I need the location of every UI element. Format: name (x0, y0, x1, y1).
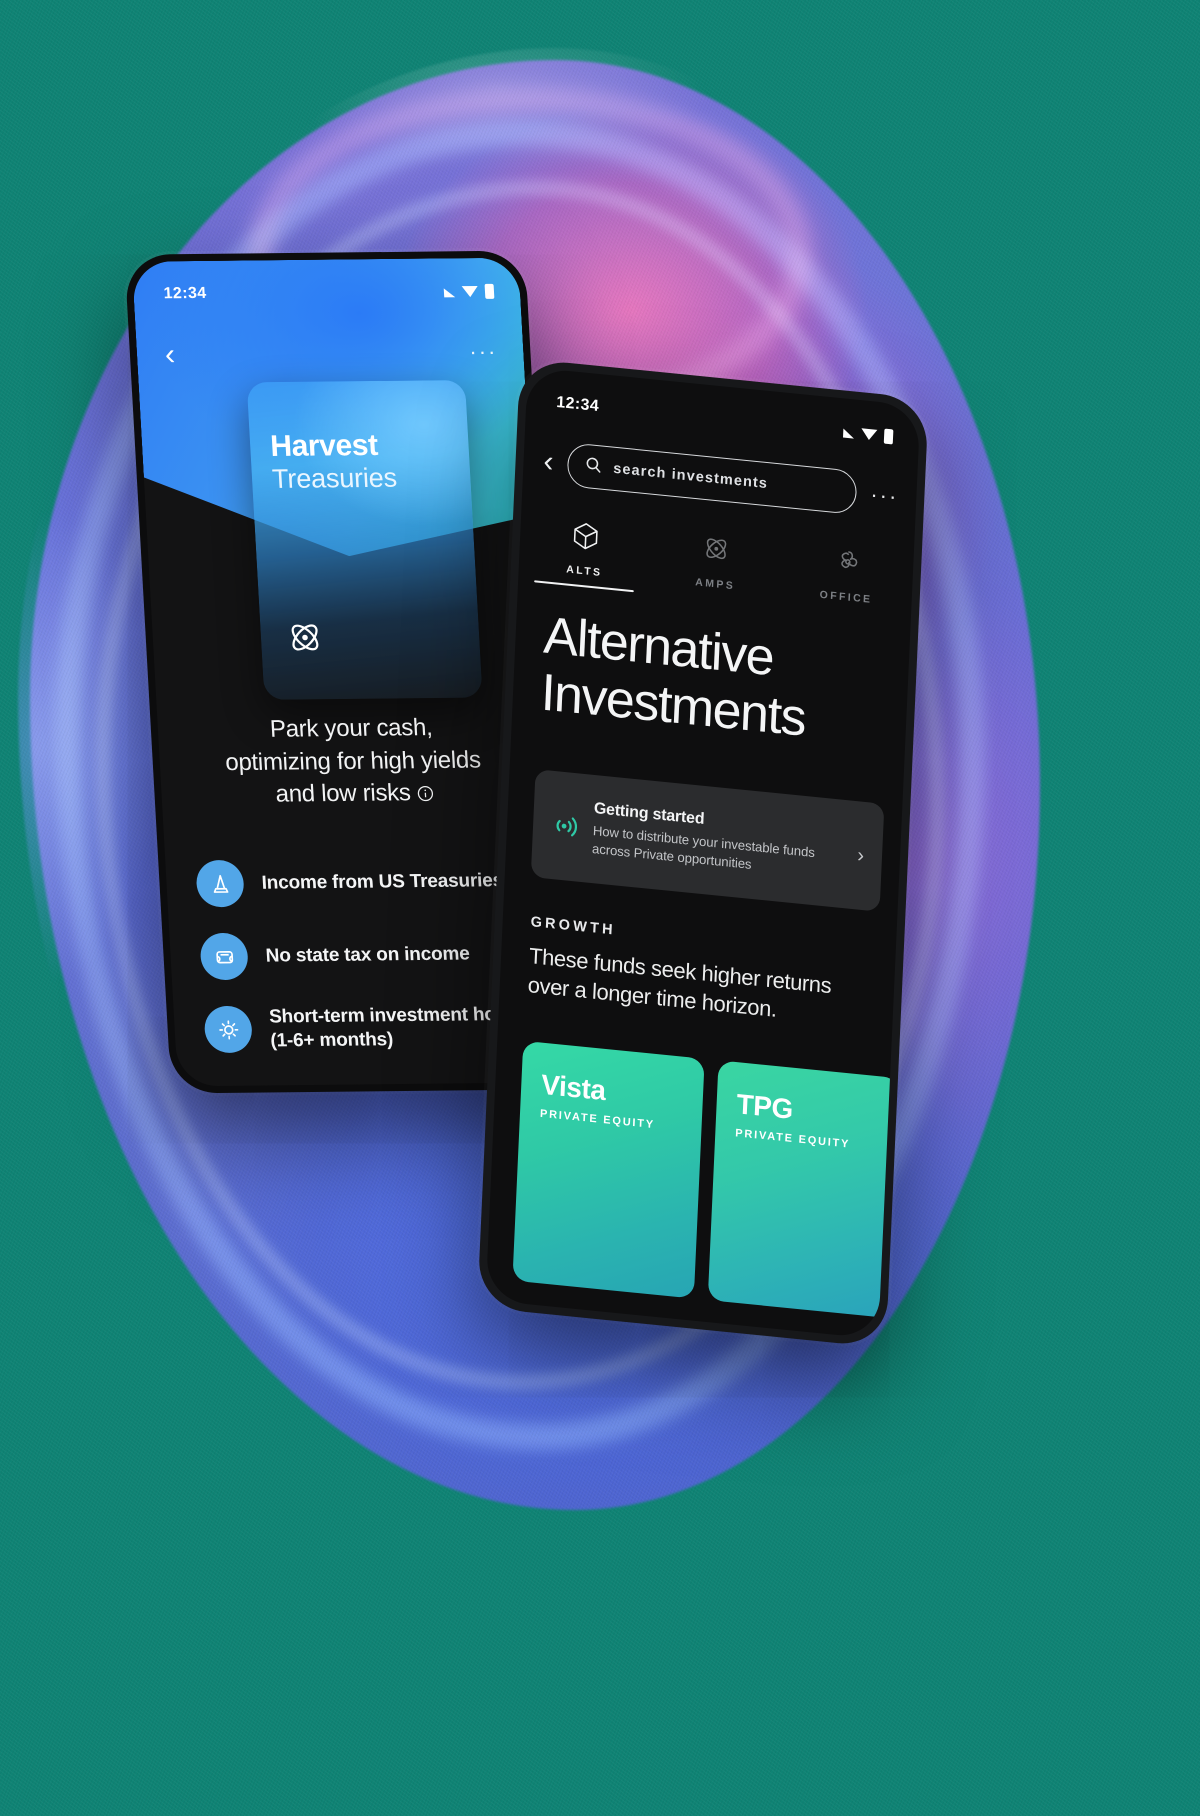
monument-icon (195, 859, 245, 908)
signal-icon (843, 427, 855, 439)
tab-amps[interactable]: AMPS (649, 527, 783, 607)
tab-office[interactable]: OFFICE (780, 540, 914, 620)
section-description-growth: These funds seek higher returns over a l… (527, 941, 876, 1034)
phone-screen-right: 12:34 ‹ search investments ··· ALTS AMPS… (485, 366, 921, 1340)
harvest-card-title: Harvest (269, 428, 379, 464)
tab-label: ALTS (565, 563, 603, 580)
atom-icon (284, 617, 326, 657)
nav-bar-left: ‹ ··· (136, 332, 525, 376)
cube-icon (570, 519, 603, 558)
getting-started-text: Getting started How to distribute your i… (592, 800, 845, 883)
fund-name: TPG (735, 1088, 794, 1125)
status-bar-left: 12:34 (132, 258, 521, 314)
feature-label: Income from US Treasuries (261, 869, 504, 894)
status-system-icons (443, 283, 495, 299)
chevron-right-icon[interactable]: › (857, 844, 869, 868)
section-kicker-growth: GROWTH (530, 914, 617, 939)
getting-started-description: How to distribute your investable funds … (591, 823, 816, 872)
list-item: Income from US Treasuries (195, 857, 538, 908)
atom-icon (700, 532, 733, 571)
more-options-button[interactable]: ··· (469, 339, 498, 364)
getting-started-card[interactable]: Getting started How to distribute your i… (530, 769, 885, 912)
signal-wave-icon (548, 810, 579, 843)
tagline-line-1: Park your cash, (269, 714, 434, 743)
fund-card-tpg[interactable]: TPG PRIVATE EQUITY (707, 1060, 900, 1319)
harvest-product-card[interactable]: Harvest Treasuries (246, 380, 483, 700)
phone-body-right: 12:34 ‹ search investments ··· ALTS AMPS… (477, 358, 929, 1348)
tab-alts[interactable]: ALTS (518, 514, 652, 594)
screenshot-canvas: 12:34 ‹ ··· Harvest Treasuries Park your… (0, 0, 1200, 1816)
wifi-icon (461, 285, 479, 297)
battery-icon (883, 428, 894, 444)
info-icon[interactable] (416, 779, 434, 802)
tagline-line-2: optimizing for high yields (224, 746, 482, 776)
search-input[interactable]: search investments (566, 442, 858, 515)
back-button[interactable]: ‹ (543, 445, 554, 479)
status-clock: 12:34 (555, 393, 600, 416)
battery-icon (484, 283, 495, 299)
tab-label: AMPS (695, 576, 736, 593)
status-clock: 12:34 (163, 284, 208, 303)
fund-name: Vista (540, 1068, 607, 1107)
tagline-line-3-wrap: and low risks (185, 776, 525, 812)
tagline-line-3: and low risks (274, 779, 412, 808)
wifi-icon (860, 427, 878, 441)
tab-label: OFFICE (819, 588, 873, 606)
harvest-card-subtitle: Treasuries (271, 462, 398, 494)
more-options-button[interactable]: ··· (870, 481, 899, 509)
fund-card-vista[interactable]: Vista PRIVATE EQUITY (512, 1040, 705, 1299)
back-button[interactable]: ‹ (164, 338, 176, 371)
signal-icon (443, 287, 456, 297)
list-item: No state tax on income (199, 930, 542, 981)
harvest-tagline: Park your cash, optimizing for high yiel… (157, 711, 549, 813)
search-icon (584, 454, 603, 479)
ticket-icon (199, 932, 250, 981)
sun-icon (203, 1006, 254, 1054)
page-title: Alternative Investments (540, 606, 892, 756)
feature-label: No state tax on income (265, 942, 471, 967)
status-system-icons (843, 424, 894, 444)
fund-carousel[interactable]: Vista PRIVATE EQUITY TPG PRIVATE EQUITY (512, 1040, 921, 1326)
clover-icon (831, 545, 864, 584)
search-placeholder: search investments (612, 460, 769, 493)
phone-mockup-right: 12:34 ‹ search investments ··· ALTS AMPS… (477, 358, 929, 1348)
